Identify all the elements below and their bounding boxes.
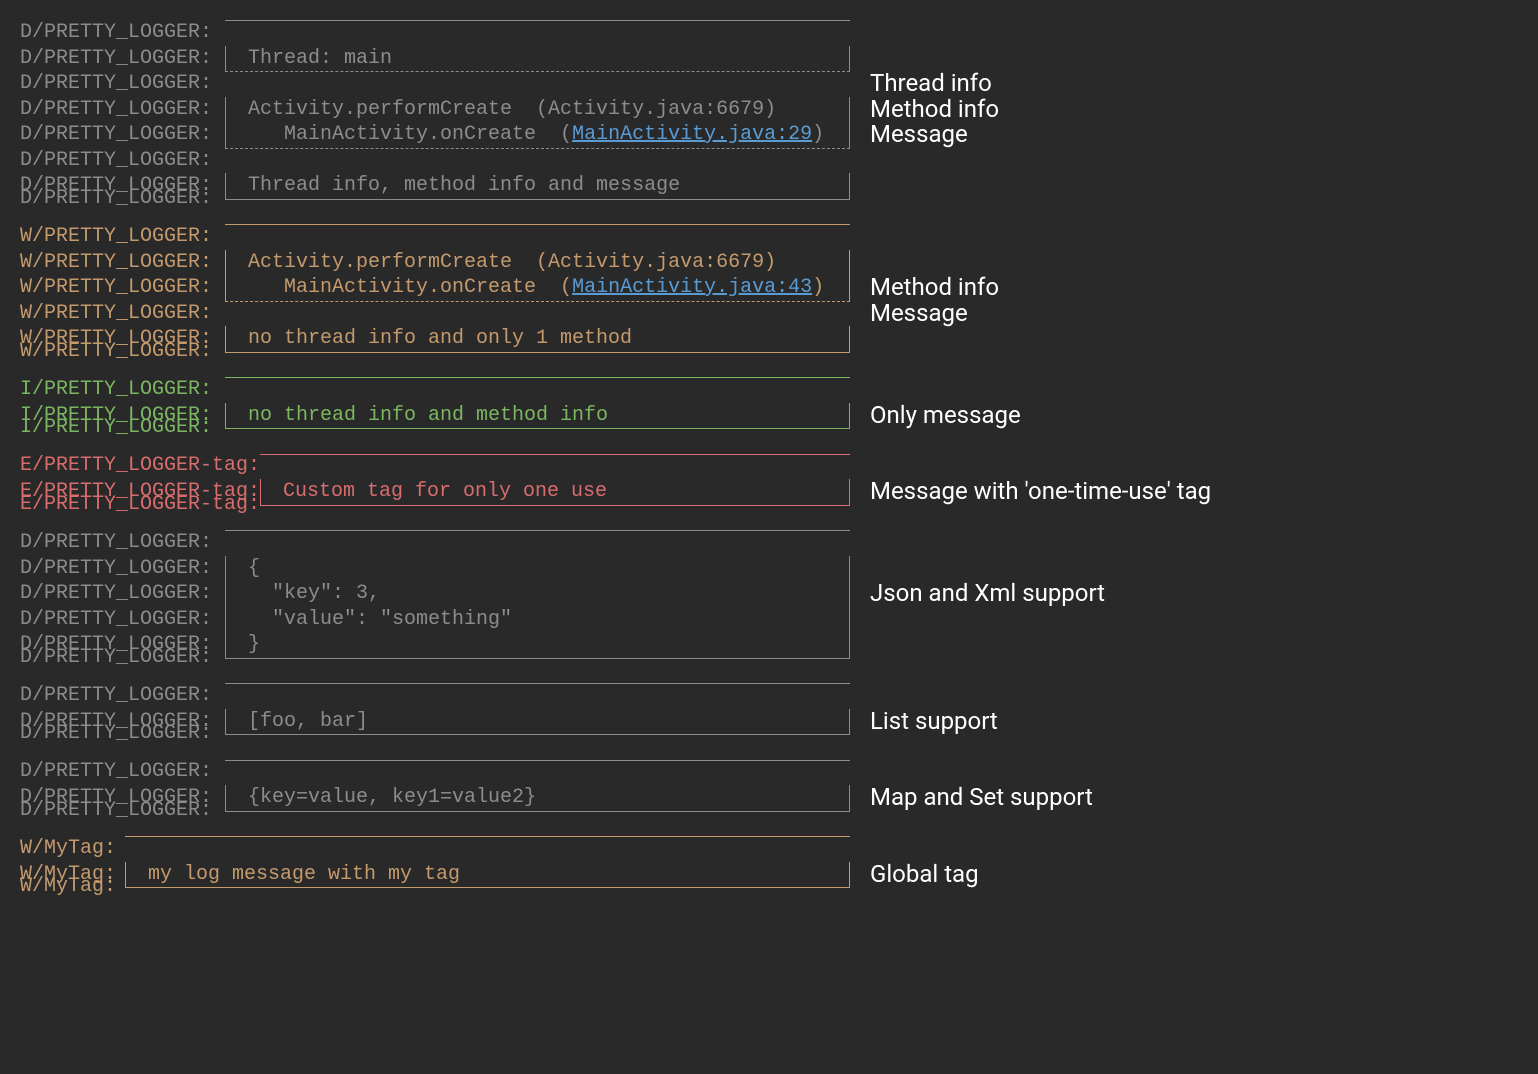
log-line: } bbox=[225, 632, 850, 658]
log-line: [foo, bar] bbox=[225, 709, 850, 735]
log-prefix-debug: D/PRETTY_LOGGER: bbox=[0, 148, 225, 174]
log-line: no thread info and only 1 method bbox=[225, 326, 850, 352]
annotation-message: Message bbox=[850, 301, 968, 327]
log-line: { bbox=[225, 556, 850, 582]
log-prefix-warn: W/PRETTY_LOGGER: bbox=[0, 250, 225, 276]
annotation-message: Message bbox=[850, 122, 968, 148]
log-prefix-warn: W/PRETTY_LOGGER: bbox=[0, 275, 225, 301]
annotation-thread-info: Thread info bbox=[850, 71, 992, 97]
log-prefix-debug: D/PRETTY_LOGGER: bbox=[0, 607, 225, 633]
log-prefix-debug: D/PRETTY_LOGGER: bbox=[0, 556, 225, 582]
log-line: no thread info and method info bbox=[225, 403, 850, 429]
annotation-list: List support bbox=[850, 709, 998, 735]
annotation-method-info: Method info bbox=[850, 97, 999, 123]
log-line: Custom tag for only one use bbox=[260, 479, 850, 505]
log-line: Thread info, method info and message bbox=[225, 173, 850, 199]
log-prefix-debug: D/PRETTY_LOGGER: bbox=[0, 581, 225, 607]
source-link[interactable]: MainActivity.java:29 bbox=[572, 123, 812, 146]
log-line: Activity.performCreate (Activity.java:66… bbox=[225, 250, 850, 276]
log-line: {key=value, key1=value2} bbox=[225, 785, 850, 811]
log-line: MainActivity.onCreate (MainActivity.java… bbox=[225, 275, 850, 302]
log-line: "value": "something" bbox=[225, 607, 850, 633]
log-prefix-debug: D/PRETTY_LOGGER: bbox=[0, 71, 225, 97]
annotation-one-time-tag: Message with 'one-time-use' tag bbox=[850, 479, 1211, 505]
annotation-global-tag: Global tag bbox=[850, 862, 979, 888]
log-prefix-debug: D/PRETTY_LOGGER: bbox=[0, 97, 225, 123]
log-line: Thread: main bbox=[225, 46, 850, 73]
log-line: Activity.performCreate (Activity.java:66… bbox=[225, 97, 850, 123]
annotation-map-set: Map and Set support bbox=[850, 785, 1093, 811]
log-prefix-warn: W/PRETTY_LOGGER: bbox=[0, 301, 225, 327]
log-line: my log message with my tag bbox=[125, 862, 850, 888]
annotation-method-info: Method info bbox=[850, 275, 999, 301]
source-link[interactable]: MainActivity.java:43 bbox=[572, 276, 812, 299]
annotation-only-message: Only message bbox=[850, 403, 1021, 429]
annotation-json-xml: Json and Xml support bbox=[850, 581, 1105, 607]
log-prefix-debug: D/PRETTY_LOGGER: bbox=[0, 46, 225, 72]
log-prefix-debug: D/PRETTY_LOGGER: bbox=[0, 122, 225, 148]
log-line: "key": 3, bbox=[225, 581, 850, 607]
log-line: MainActivity.onCreate (MainActivity.java… bbox=[225, 122, 850, 149]
